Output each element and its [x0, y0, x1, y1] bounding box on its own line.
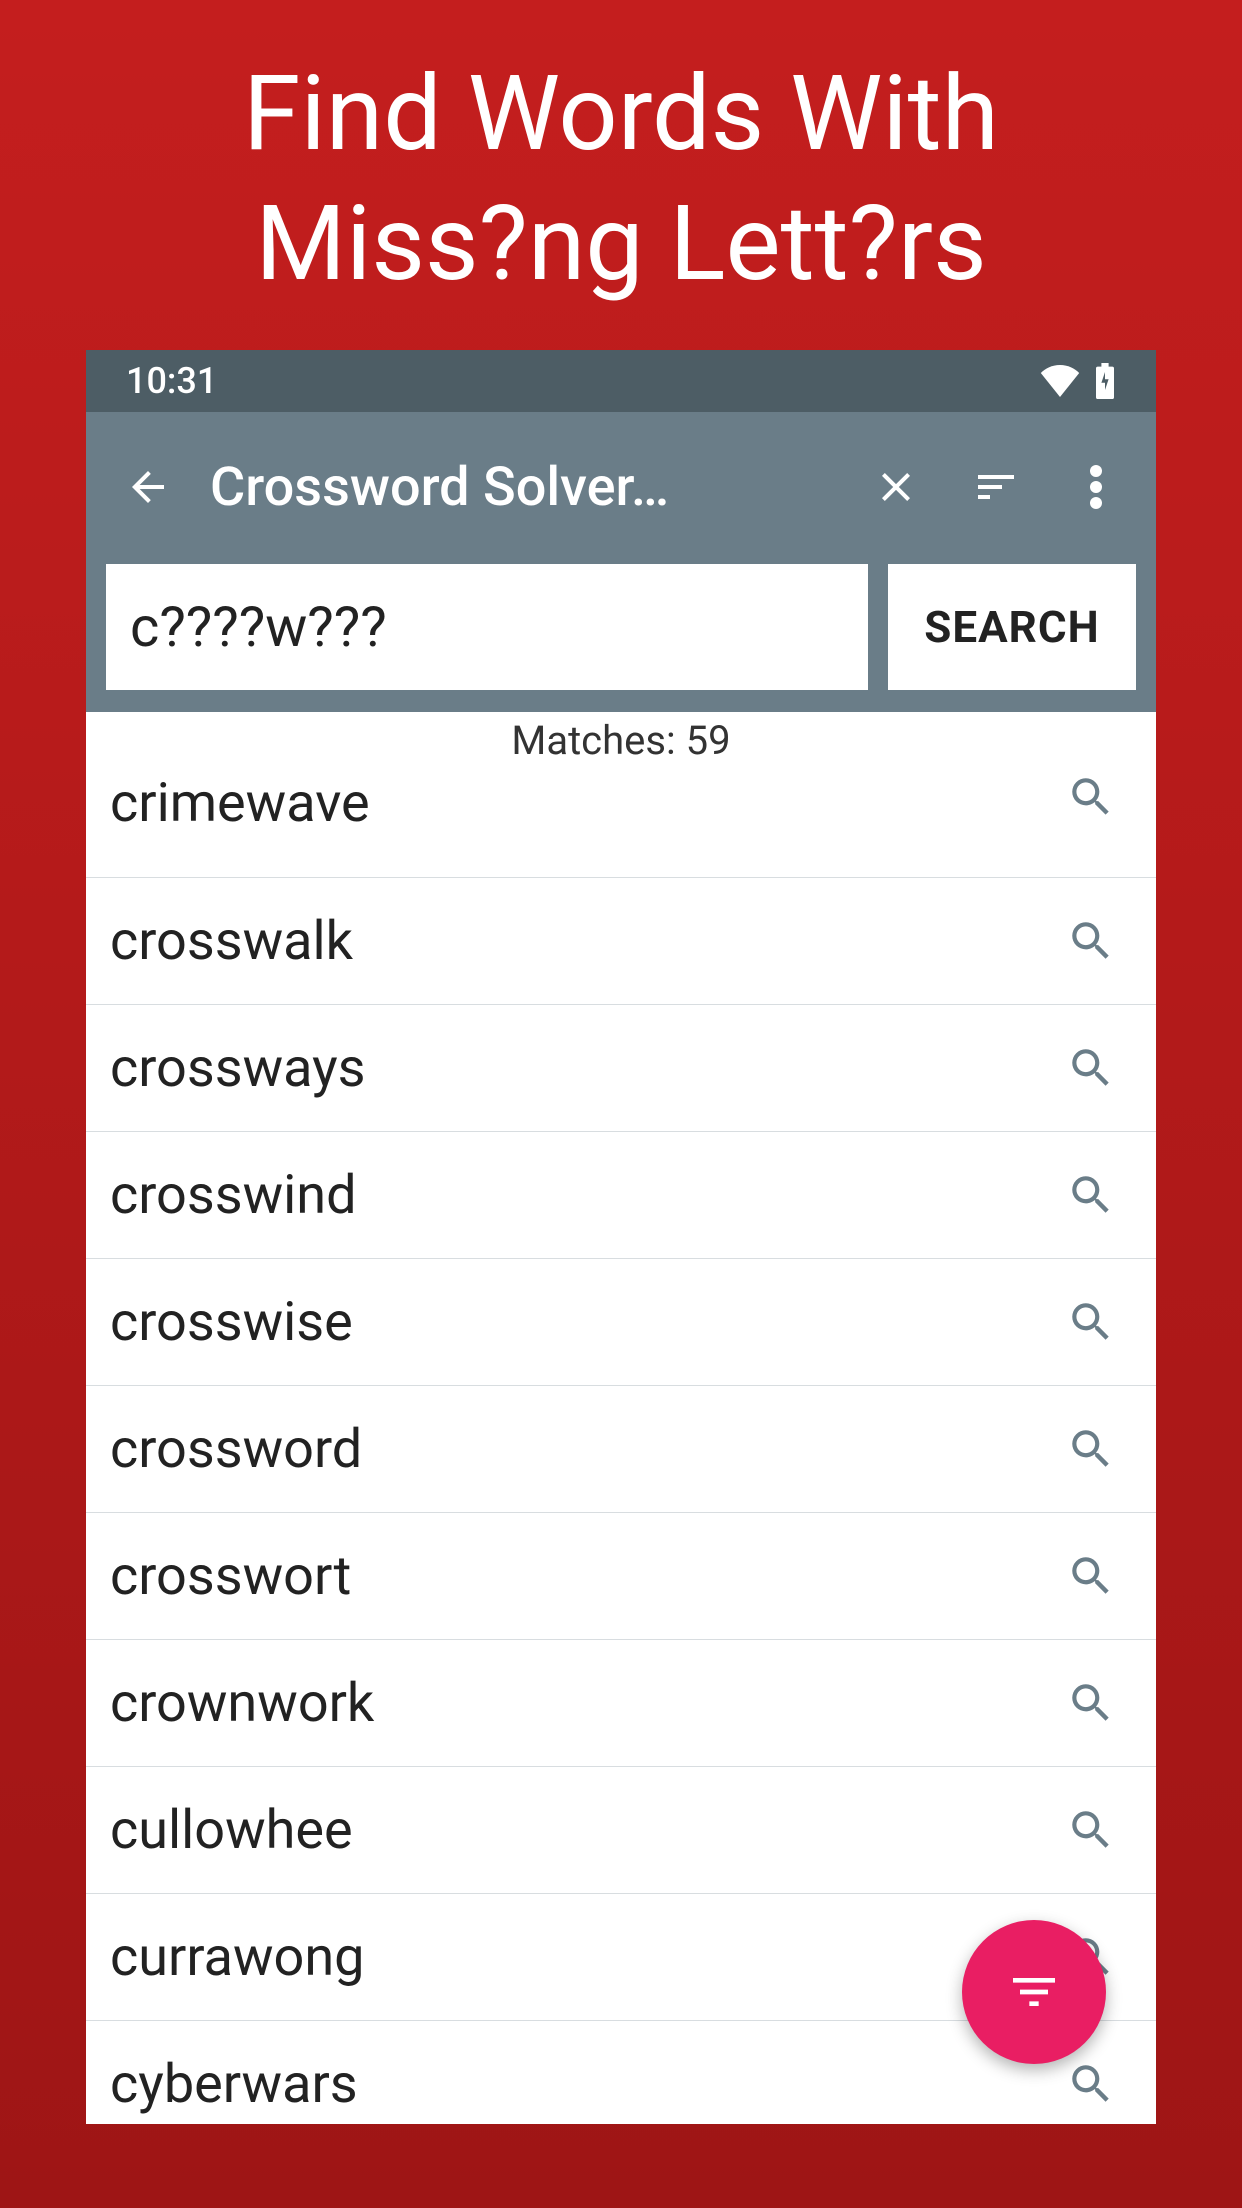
search-button[interactable]: SEARCH [888, 564, 1136, 690]
sort-button[interactable] [956, 447, 1036, 527]
clear-button[interactable] [856, 447, 936, 527]
lookup-icon[interactable] [1066, 772, 1116, 822]
sort-icon [972, 463, 1020, 511]
result-word: crosswalk [110, 910, 353, 973]
back-button[interactable] [116, 455, 180, 519]
list-item[interactable]: crossways [86, 1005, 1156, 1132]
result-word: crossways [110, 1037, 366, 1100]
lookup-icon[interactable] [1066, 1424, 1116, 1474]
status-time: 10:31 [126, 360, 217, 402]
filter-icon [1006, 1964, 1062, 2020]
list-item[interactable]: crosswind [86, 1132, 1156, 1259]
search-section: SEARCH [86, 562, 1156, 712]
list-item[interactable]: crosswalk [86, 878, 1156, 1005]
filter-fab[interactable] [962, 1920, 1106, 2064]
result-word: crosswind [110, 1164, 357, 1227]
lookup-icon[interactable] [1066, 1297, 1116, 1347]
result-word: crosswort [110, 1545, 351, 1608]
phone-frame: 10:31 Crossword Solver… SEARCH Matches: … [86, 350, 1156, 2124]
status-icons [1040, 363, 1116, 399]
more-button[interactable] [1056, 447, 1136, 527]
promo-line2: Miss?ng Lett?rs [255, 184, 987, 305]
result-word: crosswise [110, 1291, 353, 1354]
result-word: currawong [110, 1926, 364, 1989]
arrow-left-icon [124, 463, 172, 511]
app-bar: Crossword Solver… [86, 412, 1156, 562]
lookup-icon[interactable] [1066, 1805, 1116, 1855]
result-word: crimewave [110, 772, 370, 835]
more-vert-icon [1090, 463, 1102, 511]
result-word: crossword [110, 1418, 362, 1481]
lookup-icon[interactable] [1066, 1170, 1116, 1220]
lookup-icon[interactable] [1066, 1678, 1116, 1728]
lookup-icon[interactable] [1066, 2059, 1116, 2109]
status-bar: 10:31 [86, 350, 1156, 412]
promo-heading: Find Words With Miss?ng Lett?rs [243, 50, 999, 310]
list-item[interactable]: crossword [86, 1386, 1156, 1513]
list-item[interactable]: crosswort [86, 1513, 1156, 1640]
matches-count: Matches: 59 [86, 712, 1156, 768]
list-item[interactable]: cullowhee [86, 1767, 1156, 1894]
search-input[interactable] [106, 564, 868, 690]
lookup-icon[interactable] [1066, 916, 1116, 966]
close-icon [872, 463, 920, 511]
app-title: Crossword Solver… [210, 456, 836, 519]
lookup-icon[interactable] [1066, 1043, 1116, 1093]
lookup-icon[interactable] [1066, 1551, 1116, 1601]
result-word: cullowhee [110, 1799, 353, 1862]
wifi-icon [1040, 365, 1080, 397]
battery-icon [1094, 363, 1116, 399]
result-word: crownwork [110, 1672, 374, 1735]
result-word: cyberwars [110, 2053, 358, 2116]
promo-line1: Find Words With [243, 54, 999, 175]
results-list[interactable]: crimewave crosswalk crossways crosswind … [86, 768, 1156, 2124]
list-item[interactable]: crosswise [86, 1259, 1156, 1386]
list-item[interactable]: crownwork [86, 1640, 1156, 1767]
list-item[interactable]: crimewave [86, 768, 1156, 878]
